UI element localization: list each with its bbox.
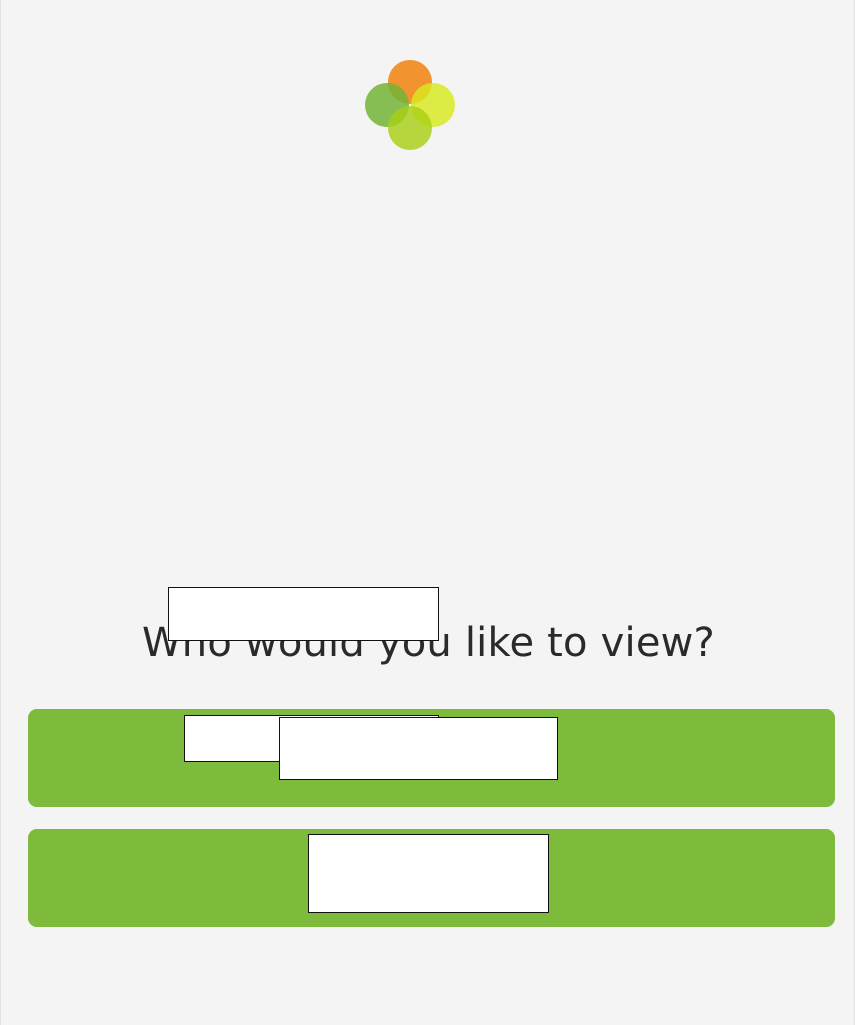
redaction-box — [279, 717, 558, 780]
profile-selection-screen: Who would you like to view? — [0, 0, 855, 1025]
app-logo-icon — [363, 60, 457, 154]
four-circle-clover-logo-icon — [365, 60, 455, 150]
redaction-box — [168, 587, 439, 641]
redaction-box — [308, 834, 549, 913]
